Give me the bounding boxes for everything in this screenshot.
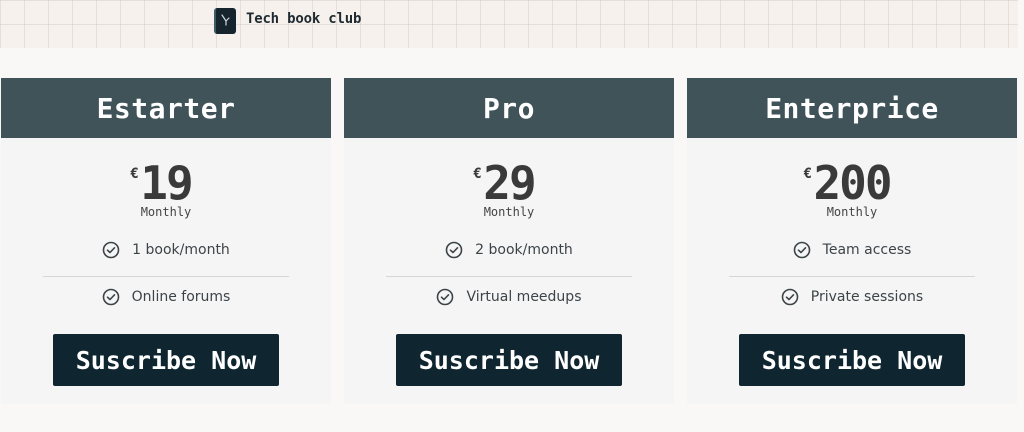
feature-label: Private sessions — [810, 289, 924, 305]
subscribe-button[interactable]: Suscribe Now — [53, 334, 279, 386]
feature-label: 2 book/month — [475, 242, 573, 258]
plan-title: Enterprice — [687, 78, 1017, 138]
feature-item: Online forums — [1, 288, 331, 306]
check-circle-icon — [436, 288, 454, 306]
check-circle-icon — [781, 288, 799, 306]
currency-symbol: € — [473, 166, 482, 182]
check-circle-icon — [445, 241, 463, 259]
billing-period: Monthly — [483, 205, 535, 219]
feature-label: 1 book/month — [132, 242, 230, 258]
check-circle-icon — [102, 241, 120, 259]
price-amount: 29 — [483, 156, 536, 210]
feature-item: 1 book/month — [1, 241, 331, 259]
currency-symbol: € — [130, 166, 139, 182]
feature-label: Virtual meedups — [466, 289, 582, 305]
feature-item: Team access — [687, 241, 1017, 259]
price-block: € 19 Monthly — [1, 160, 331, 220]
check-circle-icon — [102, 288, 120, 306]
subscribe-button[interactable]: Suscribe Now — [739, 334, 965, 386]
feature-label: Online forums — [131, 289, 231, 305]
brand-name[interactable]: Tech book club — [246, 11, 361, 27]
price-amount: 200 — [813, 156, 892, 210]
currency-symbol: € — [803, 166, 812, 182]
feature-divider — [386, 276, 632, 277]
feature-item: Private sessions — [687, 288, 1017, 306]
feature-label: Team access — [822, 242, 912, 258]
plan-card-enterprise: Enterprice € 200 Monthly Team access Pri… — [687, 78, 1017, 404]
plan-card-pro: Pro € 29 Monthly 2 book/month Virtual me… — [344, 78, 674, 404]
plan-title: Pro — [344, 78, 674, 138]
billing-period: Monthly — [140, 205, 192, 219]
price-amount: 19 — [140, 156, 193, 210]
price-block: € 29 Monthly — [344, 160, 674, 220]
check-circle-icon — [793, 241, 811, 259]
price-block: € 200 Monthly — [687, 160, 1017, 220]
feature-divider — [729, 276, 975, 277]
book-logo-icon[interactable] — [214, 8, 236, 34]
subscribe-button[interactable]: Suscribe Now — [396, 334, 622, 386]
feature-item: Virtual meedups — [344, 288, 674, 306]
feature-item: 2 book/month — [344, 241, 674, 259]
feature-divider — [43, 276, 289, 277]
plan-title: Estarter — [1, 78, 331, 138]
site-header: Tech book club — [0, 0, 1018, 48]
plan-card-starter: Estarter € 19 Monthly 1 book/month Onlin… — [1, 78, 331, 404]
